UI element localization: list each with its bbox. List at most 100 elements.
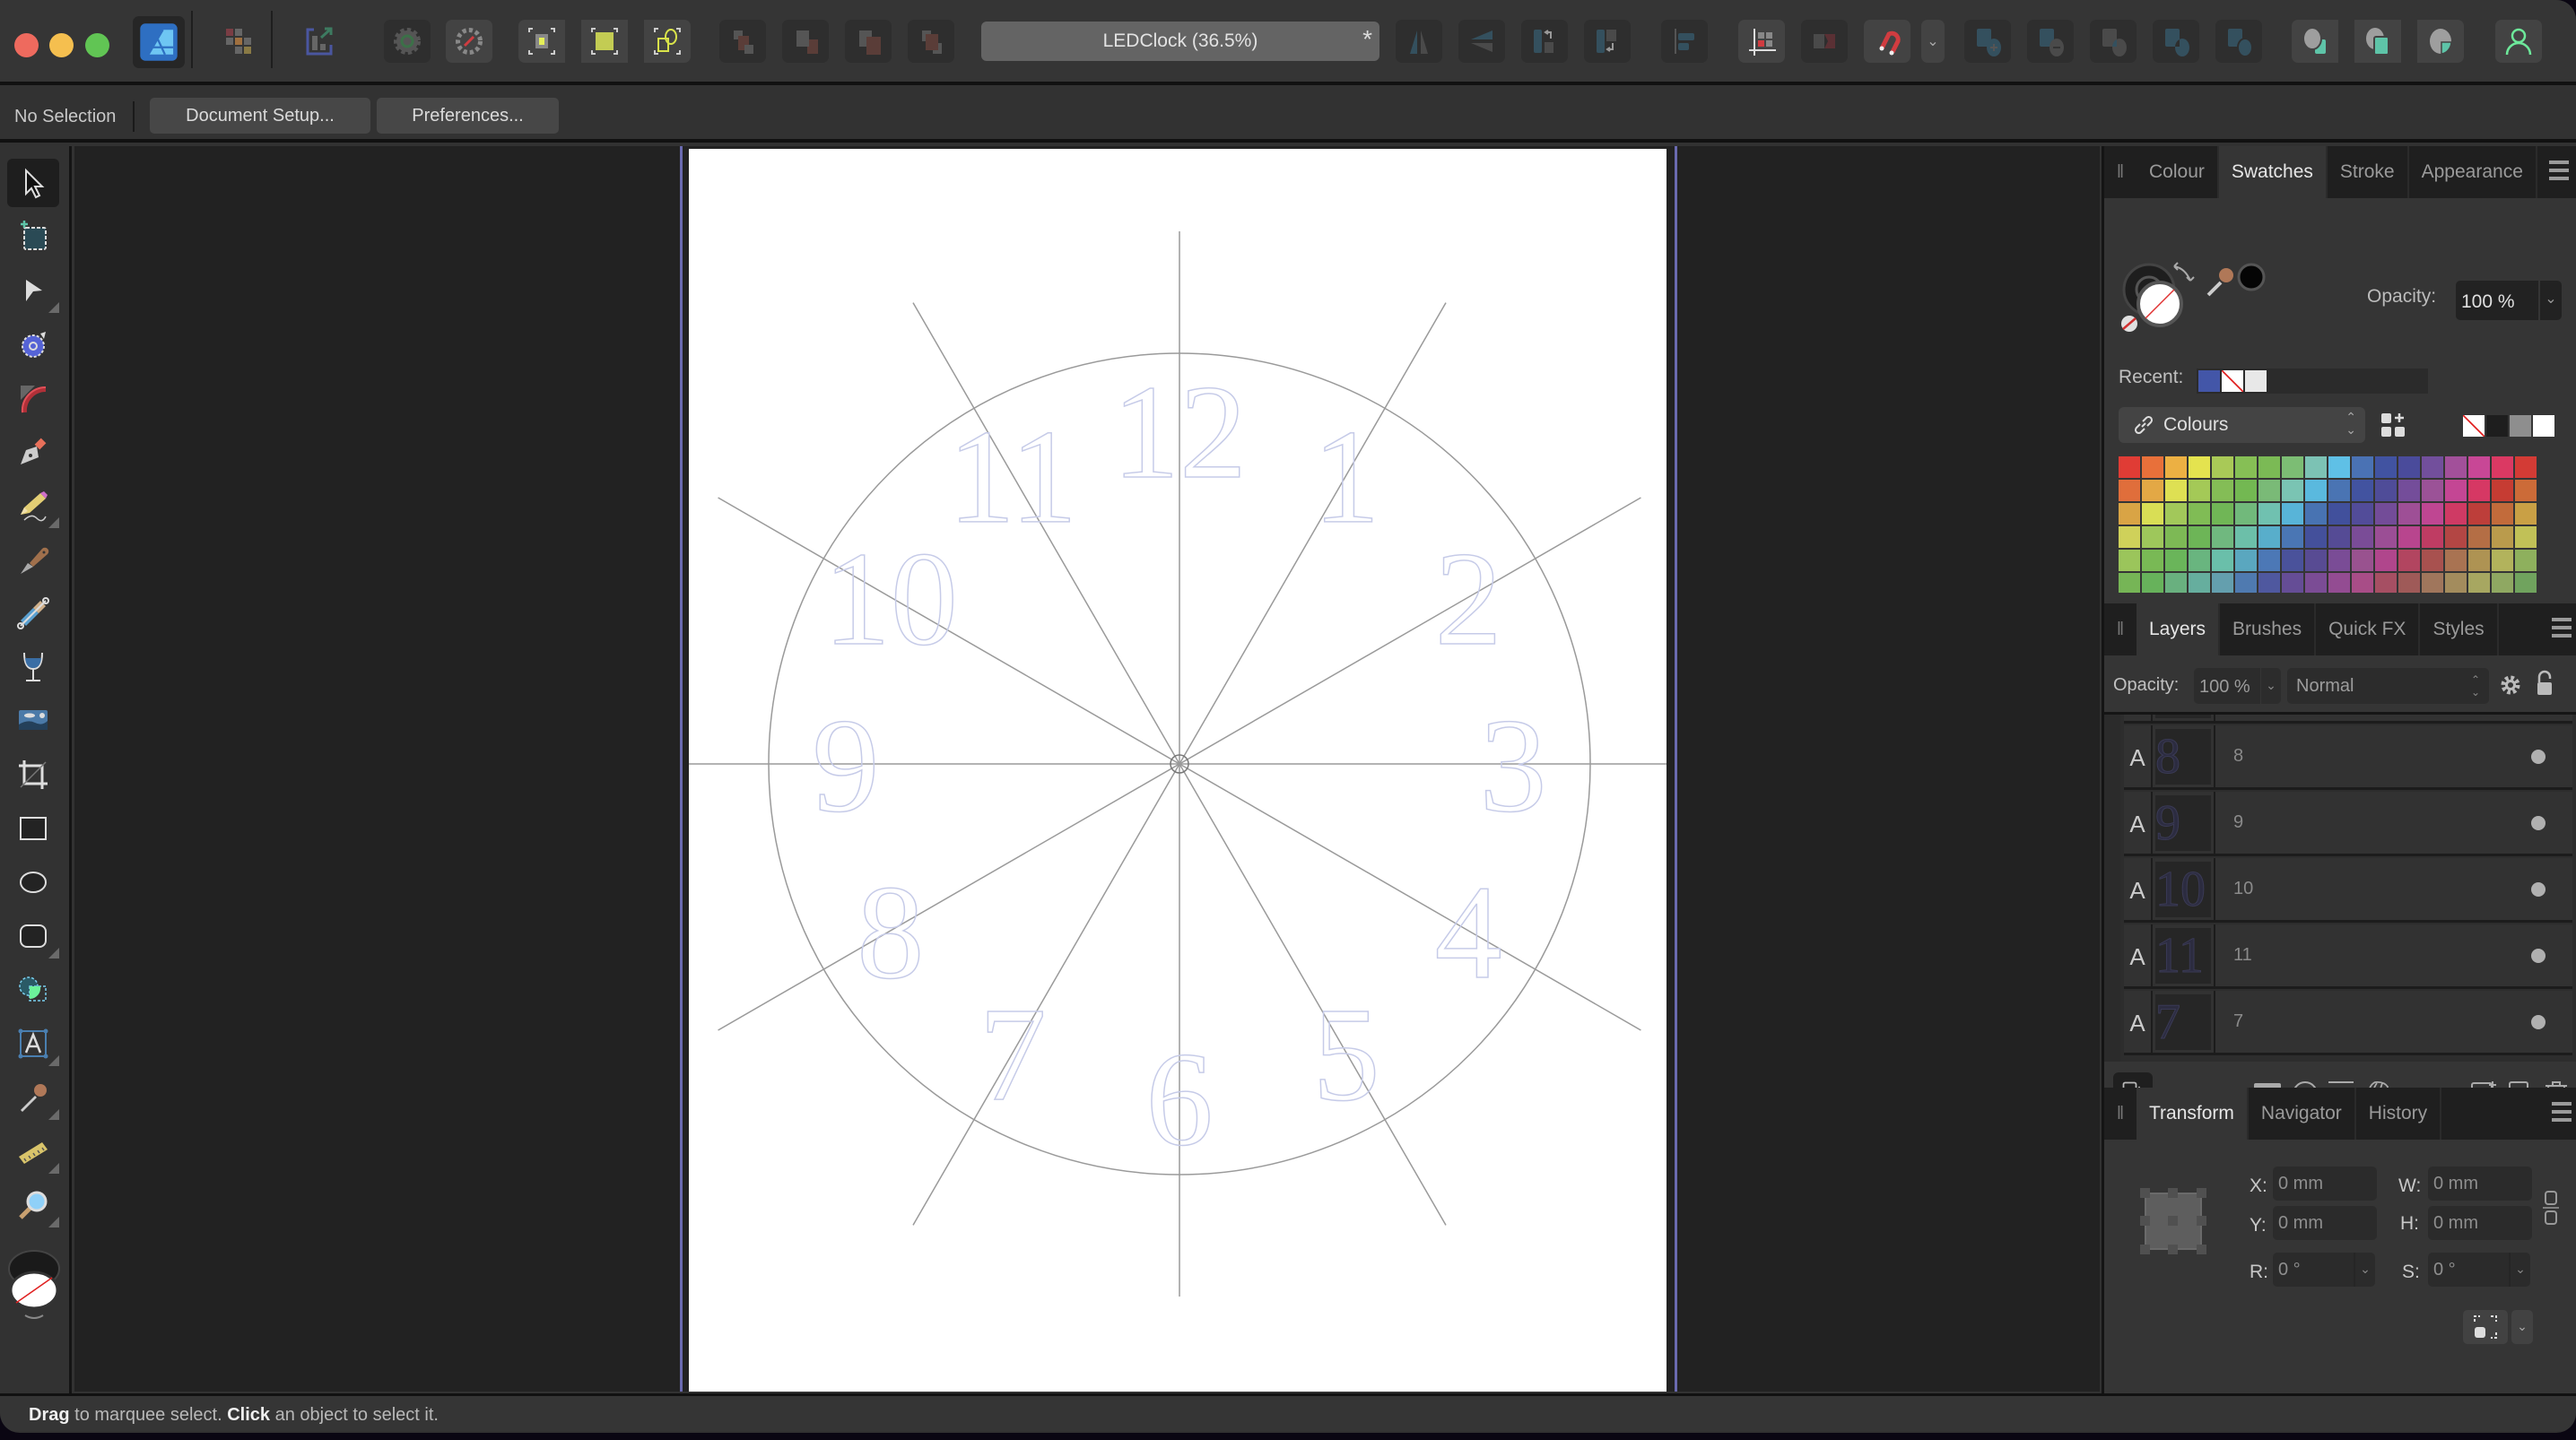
fill-stroke-selector[interactable] bbox=[7, 1247, 61, 1323]
palette-swatch[interactable] bbox=[2119, 503, 2140, 525]
vector-crop-tool[interactable] bbox=[7, 589, 59, 638]
palette-swatch[interactable] bbox=[2422, 526, 2443, 548]
visibility-toggle[interactable] bbox=[2531, 815, 2546, 830]
palette-swatch[interactable] bbox=[2305, 480, 2327, 501]
palette-swatch[interactable] bbox=[2119, 456, 2140, 478]
palette-swatch[interactable] bbox=[2328, 456, 2350, 478]
tab-quick-fx[interactable]: Quick FX bbox=[2316, 603, 2421, 655]
palette-swatch[interactable] bbox=[2375, 550, 2397, 571]
layer-opacity-dropdown[interactable]: ⌄ bbox=[2261, 668, 2281, 704]
palette-swatch[interactable] bbox=[2422, 550, 2443, 571]
palette-swatch[interactable] bbox=[2258, 550, 2280, 571]
quick-colour-swatch[interactable] bbox=[2463, 415, 2485, 437]
panel-grip-icon[interactable]: ‖ bbox=[2104, 603, 2137, 655]
palette-swatch[interactable] bbox=[2328, 503, 2350, 525]
palette-swatch[interactable] bbox=[2258, 456, 2280, 478]
palette-swatch[interactable] bbox=[2468, 573, 2490, 593]
visibility-toggle[interactable] bbox=[2531, 749, 2546, 764]
palette-swatch[interactable] bbox=[2305, 456, 2327, 478]
canvas-area[interactable]: 12 1 2 3 4 5 6 7 8 9 10 11 bbox=[74, 146, 2100, 1392]
palette-swatch[interactable] bbox=[2282, 503, 2303, 525]
palette-swatch[interactable] bbox=[2422, 480, 2443, 501]
tab-styles[interactable]: Styles bbox=[2420, 603, 2499, 655]
palette-swatch[interactable] bbox=[2142, 503, 2163, 525]
palette-swatch[interactable] bbox=[2282, 550, 2303, 571]
palette-swatch[interactable] bbox=[2258, 573, 2280, 593]
rotate-left-button[interactable] bbox=[1521, 20, 1568, 63]
palette-swatch[interactable] bbox=[2515, 550, 2537, 571]
palette-swatch[interactable] bbox=[2282, 456, 2303, 478]
select-all-grid-button[interactable] bbox=[581, 20, 628, 63]
boolean-xor-button[interactable] bbox=[2153, 20, 2199, 63]
palette-swatch[interactable] bbox=[2422, 456, 2443, 478]
palette-swatch[interactable] bbox=[2492, 526, 2513, 548]
transform-options-dropdown[interactable]: ⌄ bbox=[2511, 1310, 2533, 1344]
palette-swatch[interactable] bbox=[2468, 480, 2490, 501]
palette-swatch[interactable] bbox=[2398, 480, 2420, 501]
flip-horizontal-button[interactable] bbox=[1396, 20, 1442, 63]
layer-row[interactable]: A 11 11 bbox=[2124, 924, 2572, 989]
palette-swatch[interactable] bbox=[2352, 503, 2373, 525]
shear-input[interactable]: 0 ° bbox=[2428, 1253, 2509, 1287]
palette-swatch[interactable] bbox=[2235, 573, 2257, 593]
height-input[interactable]: 0 mm bbox=[2428, 1206, 2532, 1240]
palette-swatch[interactable] bbox=[2165, 503, 2187, 525]
palette-swatch[interactable] bbox=[2165, 480, 2187, 501]
y-position-input[interactable]: 0 mm bbox=[2273, 1206, 2377, 1240]
snapping-button[interactable] bbox=[1864, 20, 1910, 63]
move-forward-one-button[interactable] bbox=[845, 20, 892, 63]
width-input[interactable]: 0 mm bbox=[2428, 1167, 2532, 1201]
transform-origin-button[interactable] bbox=[1738, 20, 1785, 63]
boolean-divide-button[interactable] bbox=[2215, 20, 2262, 63]
flip-vertical-button[interactable] bbox=[1458, 20, 1505, 63]
palette-swatch[interactable] bbox=[2398, 503, 2420, 525]
palette-swatch[interactable] bbox=[2142, 456, 2163, 478]
rotation-dropdown[interactable]: ⌄ bbox=[2354, 1253, 2375, 1287]
palette-swatch[interactable] bbox=[2352, 526, 2373, 548]
palette-swatch[interactable] bbox=[2398, 526, 2420, 548]
panel-menu-icon[interactable] bbox=[2549, 160, 2569, 180]
palette-swatch[interactable] bbox=[2142, 573, 2163, 593]
close-document-icon[interactable]: * bbox=[1362, 25, 1372, 54]
palette-swatch[interactable] bbox=[2235, 456, 2257, 478]
palette-swatch[interactable] bbox=[2445, 550, 2467, 571]
transform-origin-button[interactable] bbox=[2463, 1310, 2508, 1344]
palette-swatch[interactable] bbox=[2282, 573, 2303, 593]
align-left-button[interactable] bbox=[1661, 20, 1708, 63]
pixel-persona-button[interactable] bbox=[215, 20, 262, 63]
visibility-toggle[interactable] bbox=[2531, 948, 2546, 963]
boolean-subtract-button[interactable] bbox=[2027, 20, 2074, 63]
window-close-button[interactable] bbox=[14, 33, 39, 57]
anchor-point-selector[interactable] bbox=[2140, 1188, 2206, 1254]
constraints-button[interactable] bbox=[1801, 20, 1848, 63]
move-back-one-button[interactable] bbox=[782, 20, 829, 63]
panel-grip-icon[interactable]: ‖ bbox=[2104, 1088, 2137, 1140]
node-tool[interactable] bbox=[7, 266, 59, 315]
palette-swatch[interactable] bbox=[2398, 456, 2420, 478]
palette-swatch[interactable] bbox=[2212, 573, 2233, 593]
blend-mode-select[interactable]: Normal ⌃ ⌄ bbox=[2287, 668, 2489, 704]
rotate-right-button[interactable] bbox=[1584, 20, 1631, 63]
colour-picker-icon[interactable] bbox=[2205, 263, 2267, 299]
artboard-tool[interactable] bbox=[7, 213, 59, 261]
palette-swatch[interactable] bbox=[2492, 456, 2513, 478]
lock-aspect-link-icon[interactable] bbox=[2543, 1190, 2559, 1226]
window-minimize-button[interactable] bbox=[49, 33, 74, 57]
palette-swatch[interactable] bbox=[2142, 550, 2163, 571]
crop-tool[interactable] bbox=[7, 750, 59, 799]
palette-swatch[interactable] bbox=[2119, 550, 2140, 571]
palette-swatch[interactable] bbox=[2305, 573, 2327, 593]
palette-swatch[interactable] bbox=[2422, 503, 2443, 525]
palette-swatch[interactable] bbox=[2235, 526, 2257, 548]
palette-swatch[interactable] bbox=[2468, 550, 2490, 571]
designer-persona-button[interactable] bbox=[133, 16, 185, 68]
palette-swatch[interactable] bbox=[2468, 503, 2490, 525]
lock-icon[interactable] bbox=[2535, 670, 2554, 697]
visibility-toggle[interactable] bbox=[2531, 881, 2546, 897]
palette-swatch[interactable] bbox=[2212, 480, 2233, 501]
recent-colour-swatch[interactable] bbox=[2198, 370, 2220, 392]
opacity-dropdown[interactable]: ⌄ bbox=[2540, 281, 2562, 320]
palette-swatch[interactable] bbox=[2258, 503, 2280, 525]
zoom-tool[interactable] bbox=[7, 1181, 59, 1229]
palette-swatch[interactable] bbox=[2305, 550, 2327, 571]
